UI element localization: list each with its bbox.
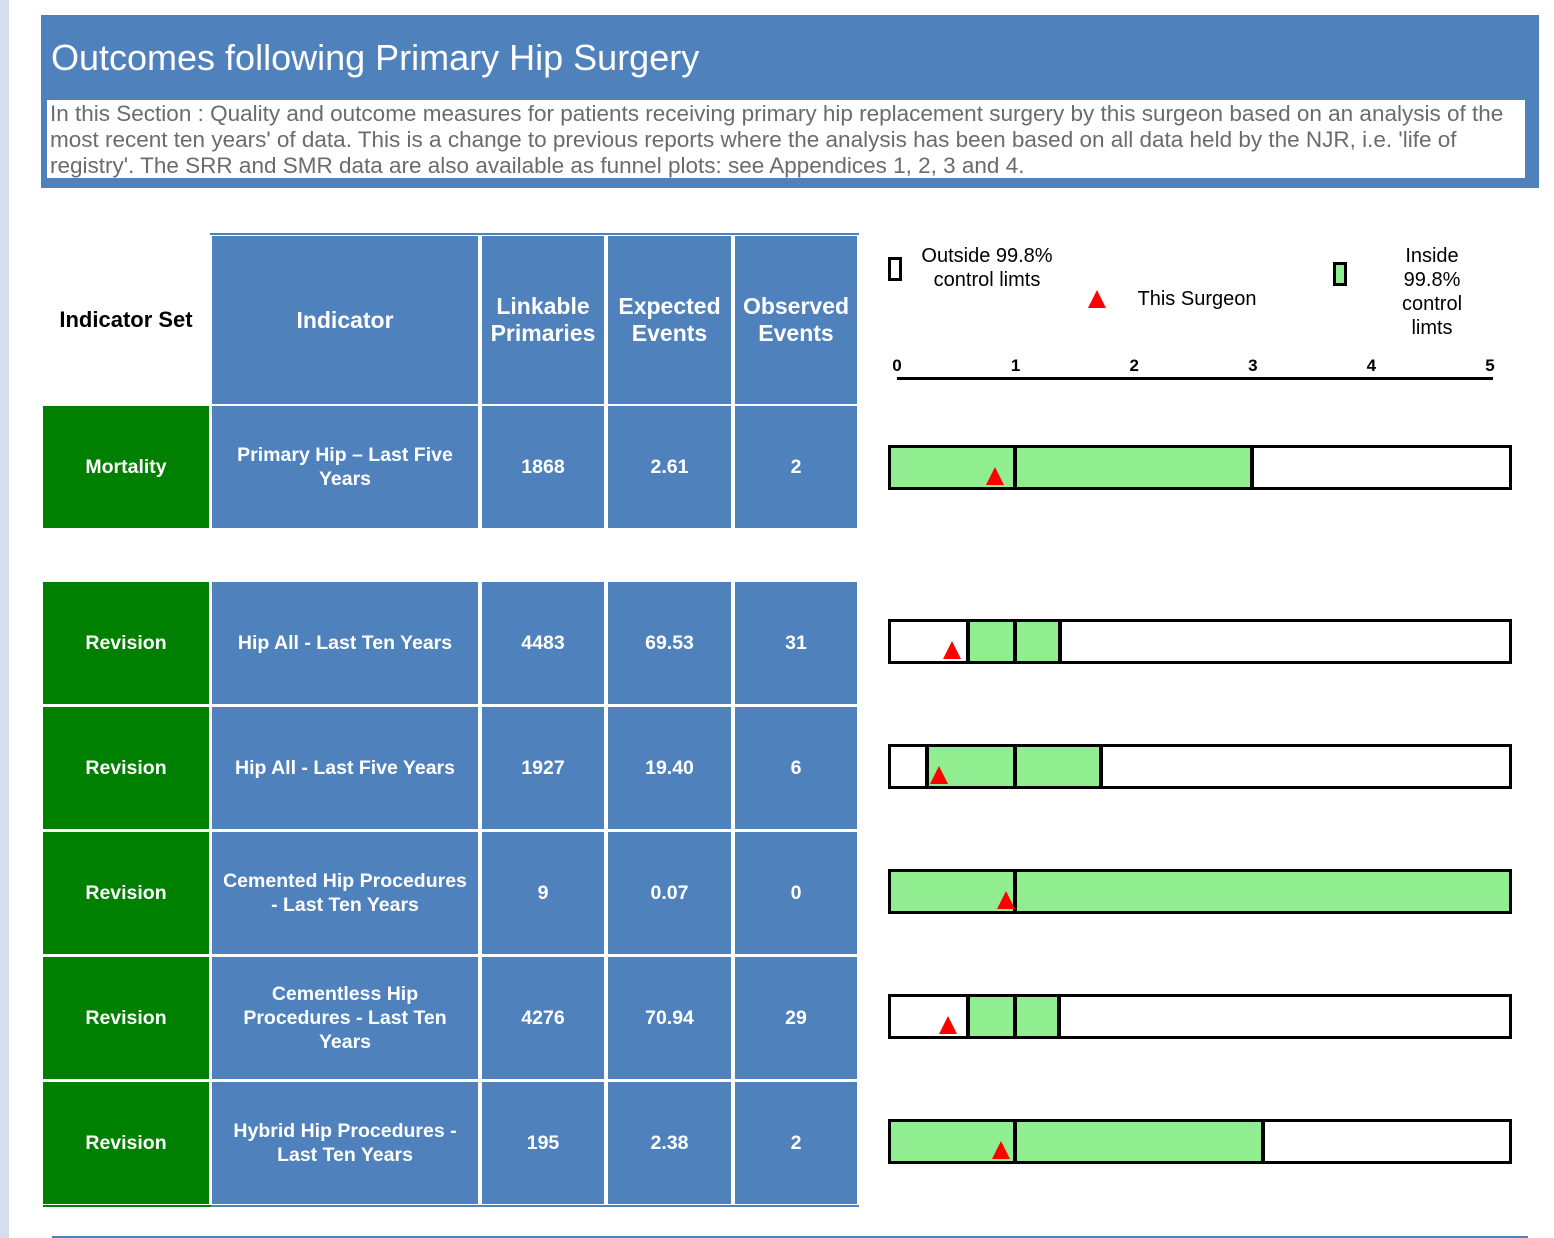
observed-events-cell: 29 [735,957,857,1079]
linkable-primaries-cell: 4483 [482,582,604,704]
upper-limit-line [1057,997,1062,1036]
indicator-cell: Cemented Hip Procedures - Last Ten Years [212,832,478,954]
indicator-set-cell: Revision [43,1082,209,1204]
linkable-primaries-cell: 1927 [482,707,604,829]
indicator-cell: Cementless Hip Procedures - Last Ten Yea… [212,957,478,1079]
linkable-primaries-cell: 1868 [482,406,604,528]
indicator-set-cell: Revision [43,707,209,829]
reference-line-one [1012,448,1017,487]
surgeon-marker-triangle-icon [985,467,1004,485]
column-header-indicator-set: Indicator Set [59,307,193,332]
control-limit-bar [888,869,1512,914]
section-description: In this Section : Quality and outcome me… [46,99,1526,179]
surgeon-marker-triangle-icon [930,766,949,784]
observed-events-cell: 6 [735,707,857,829]
column-header-linkable-primaries: Linkable Primaries [482,236,604,404]
control-limit-bar [888,1119,1512,1164]
inside-limits-swatch-icon [1333,262,1347,286]
upper-limit-line [1099,747,1104,786]
control-limit-bar [888,994,1512,1039]
page-margin-strip [0,0,9,1238]
column-header-indicator: Indicator [212,236,478,404]
linkable-primaries-cell: 4276 [482,957,604,1079]
x-axis-tick-label: 4 [1366,356,1377,375]
page-title: Outcomes following Primary Hip Surgery [51,37,700,78]
lower-limit-line [965,622,970,661]
x-axis-tick-label: 2 [1129,356,1139,375]
lower-limit-line [965,997,970,1036]
x-axis-tick-label: 3 [1248,356,1258,375]
indicator-set-cell: Revision [43,582,209,704]
reference-line-one [1012,997,1017,1036]
upper-limit-line [1058,622,1063,661]
indicator-set-cell: Revision [43,832,209,954]
reference-line-one [1012,1122,1017,1161]
linkable-primaries-cell: 195 [482,1082,604,1204]
upper-limit-line [1249,448,1254,487]
legend-outside-label: Outside 99.8% control limts [921,245,1053,291]
indicator-cell: Hip All - Last Five Years [212,707,478,829]
control-limit-bar [888,619,1512,664]
x-axis-tick-label: 5 [1485,356,1495,375]
x-axis-line [897,377,1493,380]
observed-events-cell: 2 [735,406,857,528]
indicator-cell: Hybrid Hip Procedures - Last Ten Years [212,1082,478,1204]
surgeon-marker-triangle-icon [938,1016,957,1034]
x-axis-tick-label: 0 [892,356,902,375]
table-top-rule [210,233,859,235]
surgeon-marker-triangle-icon [992,1141,1010,1159]
inside-limits-segment [891,872,1509,911]
reference-line-one [1012,747,1017,786]
surgeon-marker-triangle-icon [996,891,1015,909]
x-axis-tick-label: 1 [1010,356,1021,375]
expected-events-cell: 69.53 [608,582,731,704]
indicator-set-cell: Revision [43,957,209,1079]
inside-limits-segment [891,448,1252,487]
outside-limits-swatch-icon [888,257,902,281]
legend-inside-label: Inside 99.8% control limts [1401,245,1463,339]
reference-line-one [1012,622,1017,661]
expected-events-cell: 2.61 [608,406,731,528]
table-bottom-rule-green [43,1205,211,1207]
upper-limit-line [1261,1122,1266,1161]
inside-limits-segment [891,1122,1264,1161]
indicator-cell: Primary Hip – Last Five Years [212,406,478,528]
column-header-expected-events: Expected Events [608,236,731,404]
expected-events-cell: 19.40 [608,707,731,829]
control-limit-bar [888,744,1512,789]
observed-events-cell: 0 [735,832,857,954]
indicator-cell: Hip All - Last Ten Years [212,582,478,704]
observed-events-cell: 31 [735,582,857,704]
legend-surgeon-label: This Surgeon [1137,288,1257,310]
observed-events-cell: 2 [735,1082,857,1204]
indicator-set-cell: Mortality [43,406,209,528]
expected-events-cell: 0.07 [608,832,731,954]
surgeon-triangle-legend-icon [1088,290,1106,308]
section-header: Outcomes following Primary Hip Surgery I… [41,15,1539,188]
column-header-observed-events: Observed Events [735,236,857,404]
linkable-primaries-cell: 9 [482,832,604,954]
expected-events-cell: 70.94 [608,957,731,1079]
control-limit-bar [888,445,1512,490]
surgeon-marker-triangle-icon [942,641,961,659]
expected-events-cell: 2.38 [608,1082,731,1204]
lower-limit-line [924,747,929,786]
